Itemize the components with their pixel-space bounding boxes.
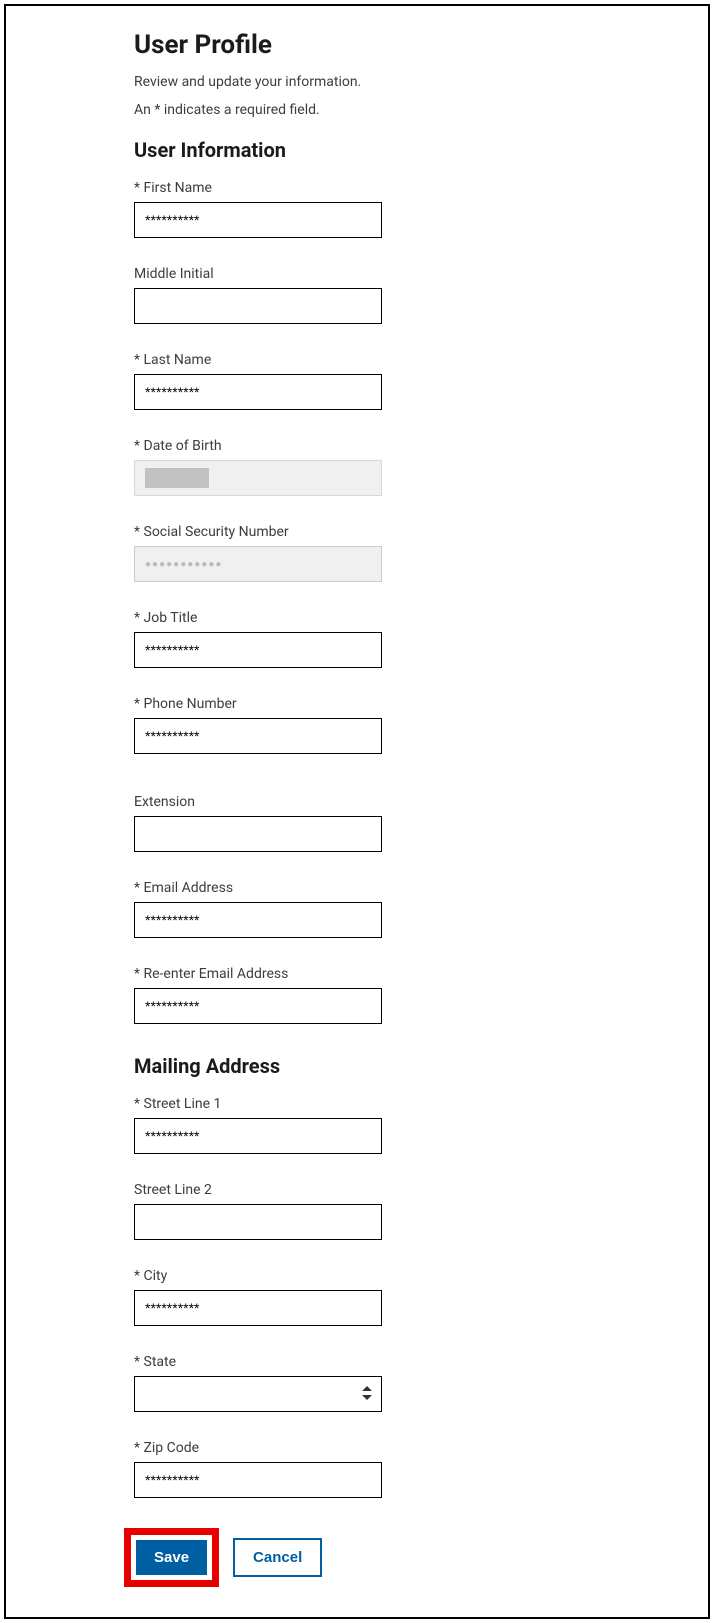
city-input[interactable] [134,1290,382,1326]
dob-redacted-bar [145,468,209,488]
mailing-address-heading: Mailing Address [134,1054,579,1078]
street1-label: * Street Line 1 [134,1096,579,1112]
zip-label: * Zip Code [134,1440,579,1456]
required-note: An * indicates a required field. [134,102,579,118]
zip-input[interactable] [134,1462,382,1498]
email-confirm-label: * Re-enter Email Address [134,966,579,982]
city-label: * City [134,1268,579,1284]
first-name-label: * First Name [134,180,579,196]
ssn-input: ●●●●●●●●●●● [134,546,382,582]
last-name-label: * Last Name [134,352,579,368]
job-title-input[interactable] [134,632,382,668]
extension-label: Extension [134,794,579,810]
phone-input[interactable] [134,718,382,754]
street2-label: Street Line 2 [134,1182,579,1198]
state-label: * State [134,1354,579,1370]
email-input[interactable] [134,902,382,938]
page-title: User Profile [134,30,579,60]
ssn-label: * Social Security Number [134,524,579,540]
page-subtitle: Review and update your information. [134,74,579,90]
middle-initial-input[interactable] [134,288,382,324]
street1-input[interactable] [134,1118,382,1154]
last-name-input[interactable] [134,374,382,410]
dob-input [134,460,382,496]
save-button[interactable]: Save [136,1540,207,1575]
state-select[interactable] [134,1376,382,1412]
ssn-redacted: ●●●●●●●●●●● [145,559,222,570]
job-title-label: * Job Title [134,610,579,626]
extension-input[interactable] [134,816,382,852]
cancel-button[interactable]: Cancel [233,1538,322,1577]
middle-initial-label: Middle Initial [134,266,579,282]
phone-label: * Phone Number [134,696,579,712]
street2-input[interactable] [134,1204,382,1240]
email-confirm-input[interactable] [134,988,382,1024]
first-name-input[interactable] [134,202,382,238]
dob-label: * Date of Birth [134,438,579,454]
save-highlight-box: Save [124,1528,219,1587]
email-label: * Email Address [134,880,579,896]
user-information-heading: User Information [134,138,579,162]
